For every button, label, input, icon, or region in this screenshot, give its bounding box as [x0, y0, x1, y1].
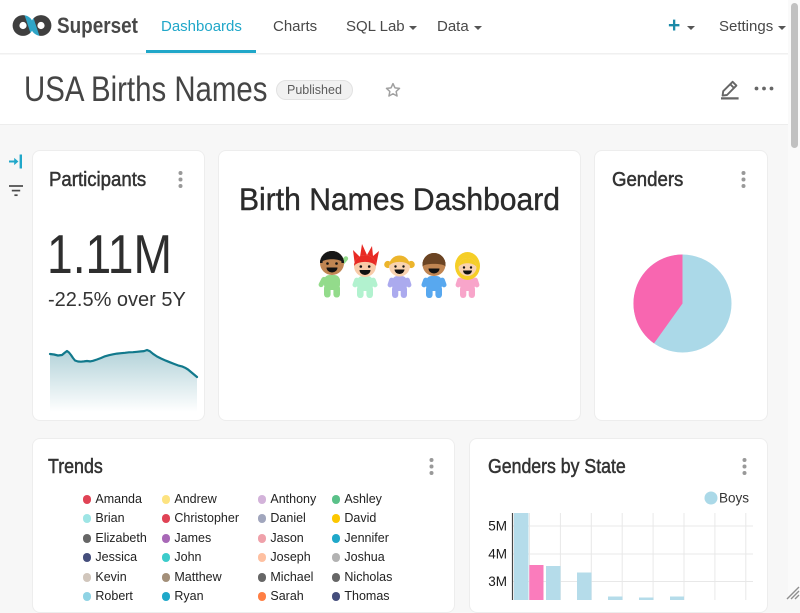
svg-text:4M: 4M	[488, 547, 507, 562]
svg-text:3M: 3M	[488, 574, 507, 589]
svg-text:5M: 5M	[488, 519, 507, 534]
svg-text:Boys: Boys	[719, 491, 749, 506]
